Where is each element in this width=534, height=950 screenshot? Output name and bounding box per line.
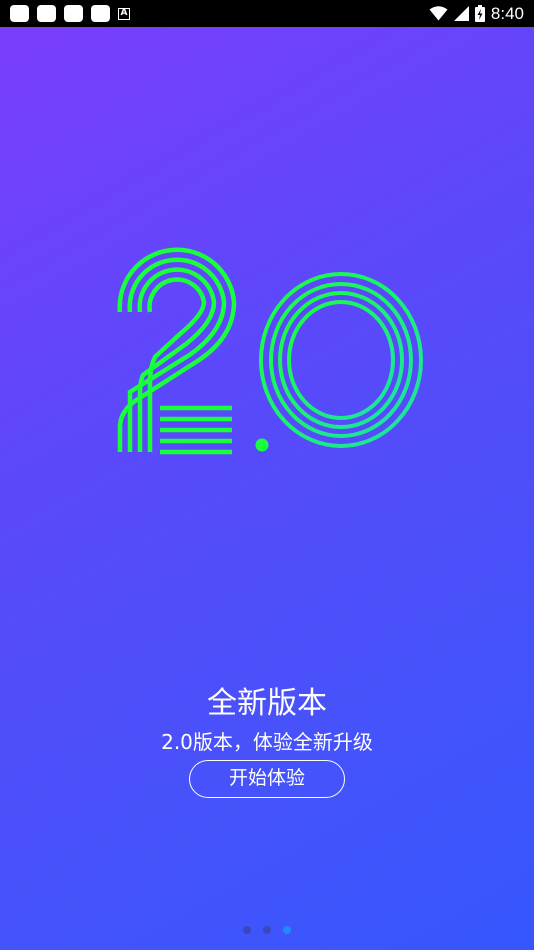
battery-icon xyxy=(474,5,485,22)
page-dot[interactable] xyxy=(243,926,251,934)
version-2-0-logo xyxy=(117,247,423,455)
start-experience-button[interactable]: 开始体验 xyxy=(189,760,345,798)
notification-icon xyxy=(91,5,110,22)
splash-subtitle: 2.0版本，体验全新升级 xyxy=(161,730,373,754)
splash-title: 全新版本 xyxy=(207,686,327,721)
splash-screen: 全新版本 2.0版本，体验全新升级 开始体验 xyxy=(0,27,534,950)
notification-icon xyxy=(10,5,29,22)
clock-time: 8:40 xyxy=(490,3,524,23)
wifi-icon xyxy=(429,6,448,21)
accessibility-a-icon: A xyxy=(118,7,130,20)
cell-signal-icon xyxy=(453,6,469,21)
notification-icon xyxy=(37,5,56,22)
notification-icon xyxy=(64,5,83,22)
page-indicator xyxy=(0,926,534,934)
page-dot[interactable] xyxy=(263,926,271,934)
notification-area: A xyxy=(10,4,130,23)
page-dot-active[interactable] xyxy=(283,926,291,934)
system-icons: 8:40 xyxy=(429,3,524,24)
status-bar: A 8:40 xyxy=(0,0,534,27)
